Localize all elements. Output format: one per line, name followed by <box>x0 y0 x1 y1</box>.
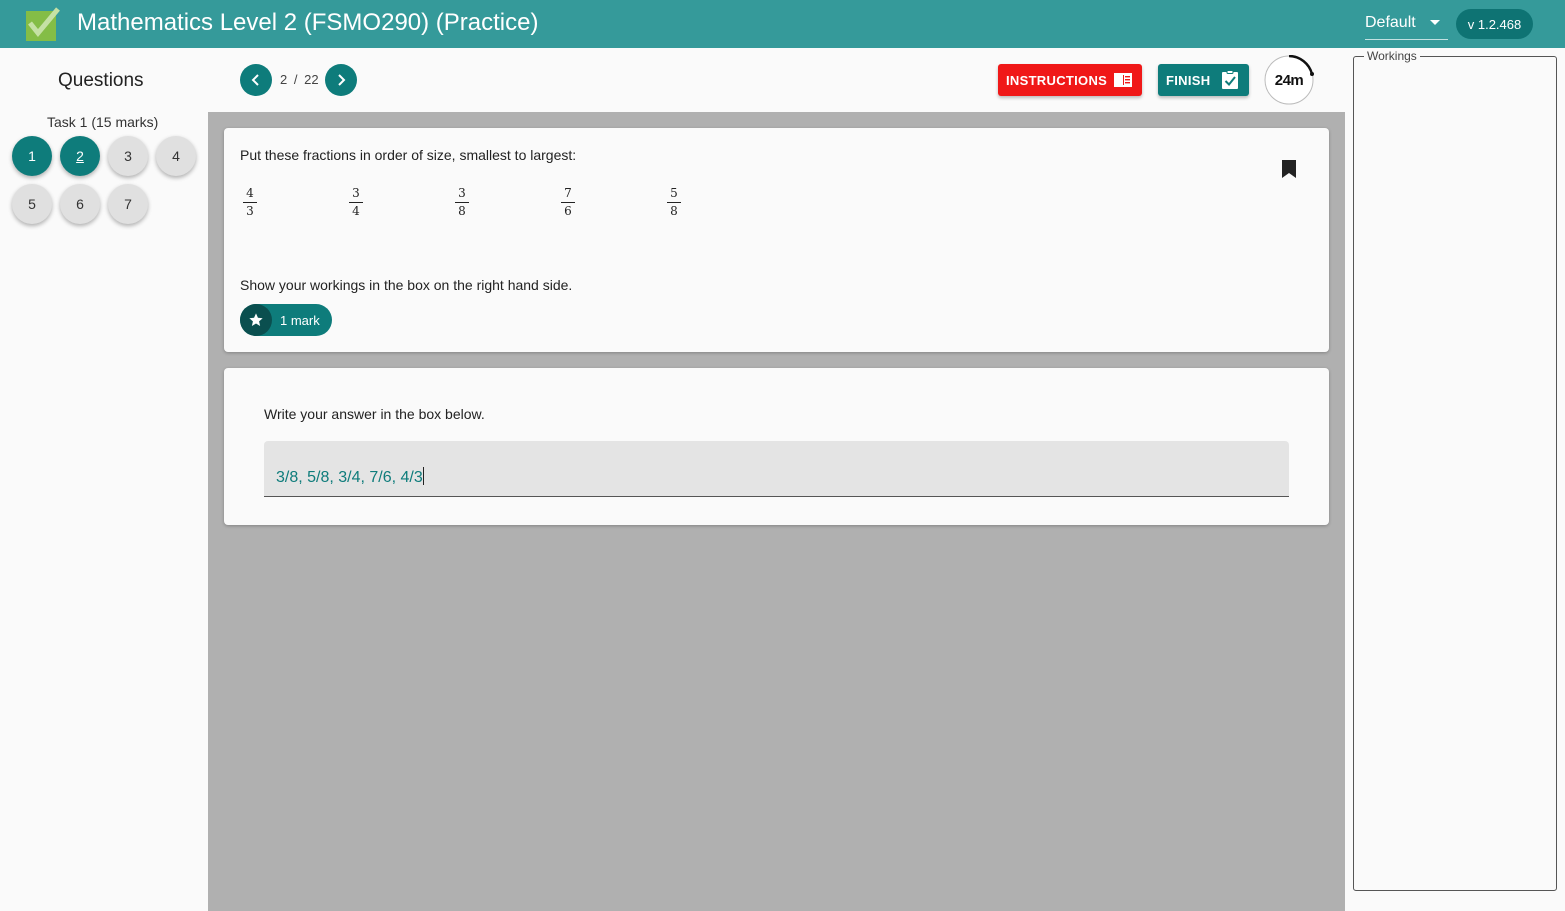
fraction-1: 4 3 <box>243 187 257 218</box>
previous-question-button[interactable] <box>240 64 272 96</box>
fraction-numerator: 7 <box>561 187 575 203</box>
finish-button[interactable]: FINISH <box>1158 64 1249 96</box>
fraction-denominator: 6 <box>564 204 572 218</box>
answer-card: Write your answer in the box below. 3/8,… <box>224 368 1329 525</box>
questions-heading: Questions <box>58 70 144 91</box>
question-button-5[interactable]: 5 <box>12 184 52 224</box>
countdown-timer: 24m <box>1264 54 1314 105</box>
marks-label: 1 mark <box>280 312 320 328</box>
question-button-2[interactable]: 2 <box>60 136 100 176</box>
bookmark-icon[interactable] <box>1282 160 1296 178</box>
questions-sidebar: Questions Task 1 (15 marks) 1 2 3 4 5 6 … <box>0 48 208 911</box>
marks-chip: 1 mark <box>240 304 332 336</box>
question-button-6[interactable]: 6 <box>60 184 100 224</box>
app-logo-icon <box>26 7 60 41</box>
question-button-7[interactable]: 7 <box>108 184 148 224</box>
fraction-denominator: 8 <box>670 204 678 218</box>
fraction-denominator: 4 <box>352 204 360 218</box>
workings-textarea[interactable]: Workings <box>1353 49 1557 891</box>
fraction-2: 3 4 <box>349 187 363 218</box>
fraction-numerator: 3 <box>349 187 363 203</box>
fraction-5: 5 8 <box>667 187 681 218</box>
app-header: Mathematics Level 2 (FSMO290) (Practice)… <box>0 0 1565 48</box>
clipboard-check-icon <box>1222 70 1238 89</box>
text-cursor <box>422 467 424 485</box>
app-title: Mathematics Level 2 (FSMO290) (Practice) <box>77 9 539 36</box>
instructions-button[interactable]: INSTRUCTIONS <box>998 64 1142 96</box>
fraction-denominator: 8 <box>458 204 466 218</box>
book-icon <box>1114 73 1132 87</box>
task-label: Task 1 (15 marks) <box>47 114 159 130</box>
question-button-1[interactable]: 1 <box>12 136 52 176</box>
star-icon <box>240 304 272 336</box>
fraction-4: 7 6 <box>561 187 575 218</box>
chevron-down-icon <box>1430 20 1440 25</box>
chevron-right-icon <box>338 74 346 86</box>
fraction-denominator: 3 <box>246 204 254 218</box>
question-button-4[interactable]: 4 <box>156 136 196 176</box>
fraction-3: 3 8 <box>455 187 469 218</box>
instructions-button-label: INSTRUCTIONS <box>1006 72 1108 88</box>
question-card: Put these fractions in order of size, sm… <box>224 128 1329 352</box>
answer-input[interactable]: 3/8, 5/8, 3/4, 7/6, 4/3 <box>264 441 1289 497</box>
question-content-area: Put these fractions in order of size, sm… <box>208 112 1345 911</box>
answer-prompt: Write your answer in the box below. <box>264 406 485 422</box>
finish-button-label: FINISH <box>1166 72 1211 88</box>
total-pages: 22 <box>304 72 319 87</box>
question-prompt: Put these fractions in order of size, sm… <box>240 147 577 163</box>
page-indicator: 2 / 22 <box>280 72 319 87</box>
fraction-numerator: 5 <box>667 187 681 203</box>
fraction-numerator: 4 <box>243 187 257 203</box>
chevron-left-icon <box>251 74 259 86</box>
theme-select[interactable]: Default <box>1365 6 1448 40</box>
next-question-button[interactable] <box>325 64 357 96</box>
question-toolbar: 2 / 22 INSTRUCTIONS FINISH 24m <box>208 48 1345 112</box>
fraction-numerator: 3 <box>455 187 469 203</box>
timer-text: 24m <box>1274 71 1304 89</box>
workings-panel: Workings <box>1345 48 1565 911</box>
workings-instruction: Show your workings in the box on the rig… <box>240 277 573 293</box>
workings-legend: Workings <box>1364 49 1420 63</box>
page-separator: / <box>293 72 298 87</box>
answer-text: 3/8, 5/8, 3/4, 7/6, 4/3 <box>276 469 423 486</box>
theme-select-value: Default <box>1365 13 1416 31</box>
current-page: 2 <box>280 72 288 87</box>
answer-input-value: 3/8, 5/8, 3/4, 7/6, 4/3 <box>276 467 424 487</box>
version-badge: v 1.2.468 <box>1456 9 1533 39</box>
question-button-3[interactable]: 3 <box>108 136 148 176</box>
